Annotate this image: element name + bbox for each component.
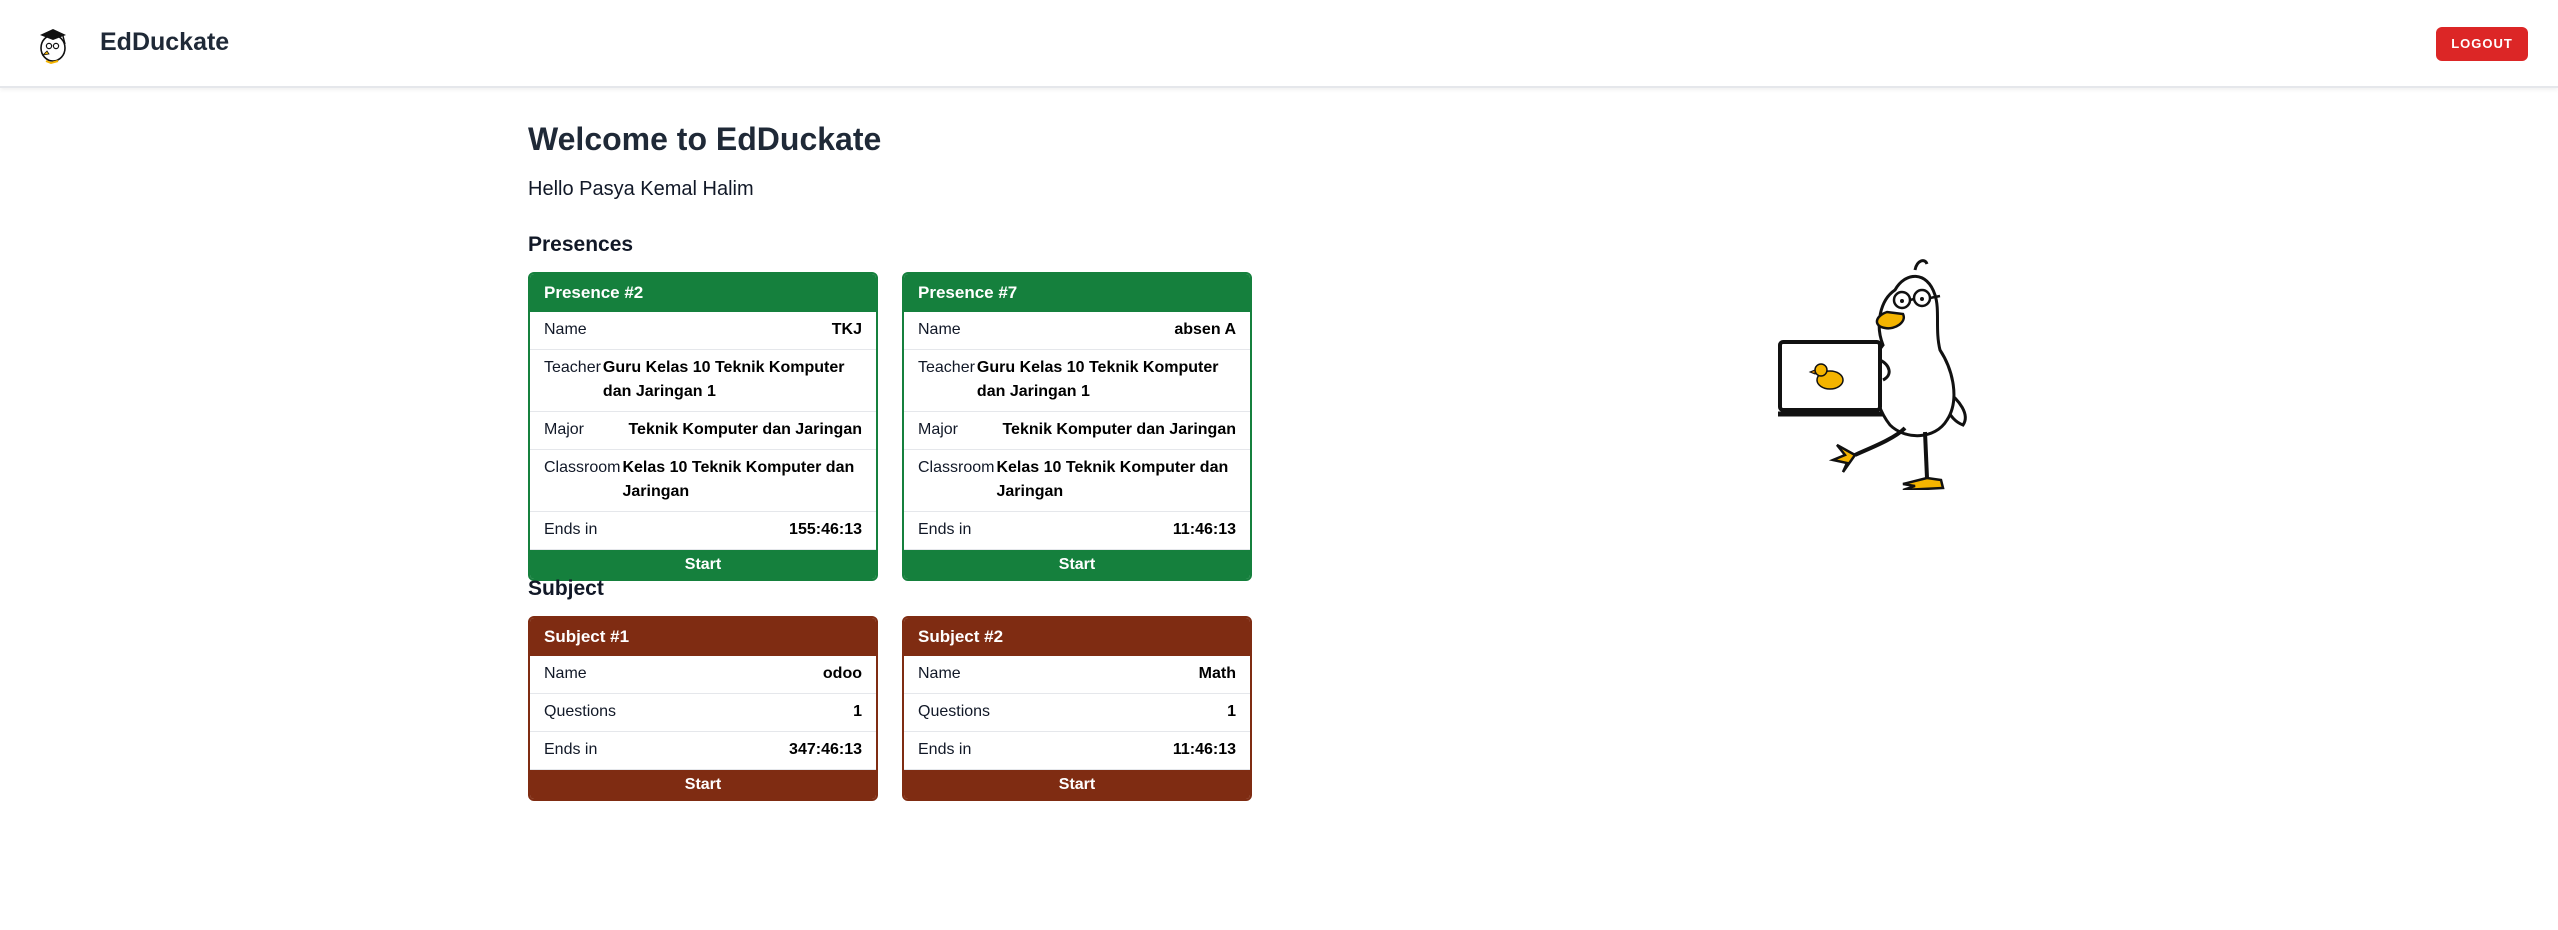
subject-questions-row: Questions 1 xyxy=(904,694,1250,732)
classroom-label: Classroom xyxy=(544,459,621,476)
presence-major-row: Major Teknik Komputer dan Jaringan xyxy=(530,412,876,450)
name-label: Name xyxy=(918,321,961,338)
questions-value: 1 xyxy=(1227,703,1236,720)
teacher-label: Teacher xyxy=(918,359,975,376)
name-label: Name xyxy=(918,665,961,682)
presence-name-row: Name absen A xyxy=(904,312,1250,350)
questions-label: Questions xyxy=(918,703,991,720)
subject-name-row: Name Math xyxy=(904,656,1250,694)
presence-teacher-row: Teacher Guru Kelas 10 Teknik Komputer da… xyxy=(904,350,1250,412)
presence-card-title: Presence #2 xyxy=(530,274,876,312)
presence-classroom-row: Classroom Kelas 10 Teknik Komputer dan J… xyxy=(904,450,1250,512)
subject-questions-row: Questions 1 xyxy=(530,694,876,732)
classroom-value: Kelas 10 Teknik Komputer dan Jaringan xyxy=(622,459,855,500)
brand-name[interactable]: EdDuckate xyxy=(100,28,229,57)
name-value: absen A xyxy=(1174,321,1236,338)
subject-name-row: Name odoo xyxy=(530,656,876,694)
major-value: Teknik Komputer dan Jaringan xyxy=(628,421,862,438)
ends-label: Ends in xyxy=(918,521,972,538)
major-label: Major xyxy=(544,421,585,438)
start-subject-button[interactable]: Start xyxy=(530,770,876,799)
presence-ends-row: Ends in 155:46:13 xyxy=(530,512,876,550)
major-value: Teknik Komputer dan Jaringan xyxy=(1002,421,1236,438)
name-label: Name xyxy=(544,665,587,682)
presence-card: Presence #2 Name TKJ Teacher Guru Kelas … xyxy=(528,272,878,581)
duck-logo-icon[interactable] xyxy=(32,22,74,66)
ends-countdown: 155:46:13 xyxy=(789,521,862,538)
teacher-label: Teacher xyxy=(544,359,601,376)
presences-heading: Presences xyxy=(528,233,634,256)
name-value: TKJ xyxy=(831,321,862,338)
name-label: Name xyxy=(544,321,587,338)
major-label: Major xyxy=(918,421,959,438)
subject-ends-row: Ends in 11:46:13 xyxy=(904,732,1250,770)
start-presence-button[interactable]: Start xyxy=(530,550,876,579)
start-presence-button[interactable]: Start xyxy=(904,550,1250,579)
subject-ends-row: Ends in 347:46:13 xyxy=(530,732,876,770)
subject-card-title: Subject #2 xyxy=(904,618,1250,656)
questions-label: Questions xyxy=(544,703,617,720)
subject-card-title: Subject #1 xyxy=(530,618,876,656)
top-navbar: EdDuckate LOGOUT xyxy=(0,0,2558,88)
subject-heading: Subject xyxy=(528,577,604,600)
presence-card-title: Presence #7 xyxy=(904,274,1250,312)
logout-button[interactable]: LOGOUT xyxy=(2436,27,2528,61)
duck-with-laptop-illustration xyxy=(1778,259,1967,490)
questions-value: 1 xyxy=(853,703,862,720)
page-title: Welcome to EdDuckate xyxy=(528,121,882,157)
teacher-value: Guru Kelas 10 Teknik Komputer dan Jaring… xyxy=(602,359,845,400)
presence-teacher-row: Teacher Guru Kelas 10 Teknik Komputer da… xyxy=(530,350,876,412)
presence-card: Presence #7 Name absen A Teacher Guru Ke… xyxy=(902,272,1252,581)
name-value: odoo xyxy=(822,665,862,682)
ends-label: Ends in xyxy=(918,741,972,758)
presence-ends-row: Ends in 11:46:13 xyxy=(904,512,1250,550)
subject-card: Subject #2 Name Math Questions 1 Ends in… xyxy=(902,616,1252,801)
teacher-value: Guru Kelas 10 Teknik Komputer dan Jaring… xyxy=(976,359,1219,400)
ends-label: Ends in xyxy=(544,741,598,758)
ends-countdown: 11:46:13 xyxy=(1172,521,1236,538)
presence-classroom-row: Classroom Kelas 10 Teknik Komputer dan J… xyxy=(530,450,876,512)
start-subject-button[interactable]: Start xyxy=(904,770,1250,799)
classroom-label: Classroom xyxy=(918,459,995,476)
ends-countdown: 11:46:13 xyxy=(1172,741,1236,758)
subject-card: Subject #1 Name odoo Questions 1 Ends in… xyxy=(528,616,878,801)
presence-major-row: Major Teknik Komputer dan Jaringan xyxy=(904,412,1250,450)
greeting-text: Hello Pasya Kemal Halim xyxy=(528,178,754,200)
ends-countdown: 347:46:13 xyxy=(789,741,862,758)
presence-name-row: Name TKJ xyxy=(530,312,876,350)
ends-label: Ends in xyxy=(544,521,598,538)
classroom-value: Kelas 10 Teknik Komputer dan Jaringan xyxy=(996,459,1229,500)
name-value: Math xyxy=(1198,665,1236,682)
